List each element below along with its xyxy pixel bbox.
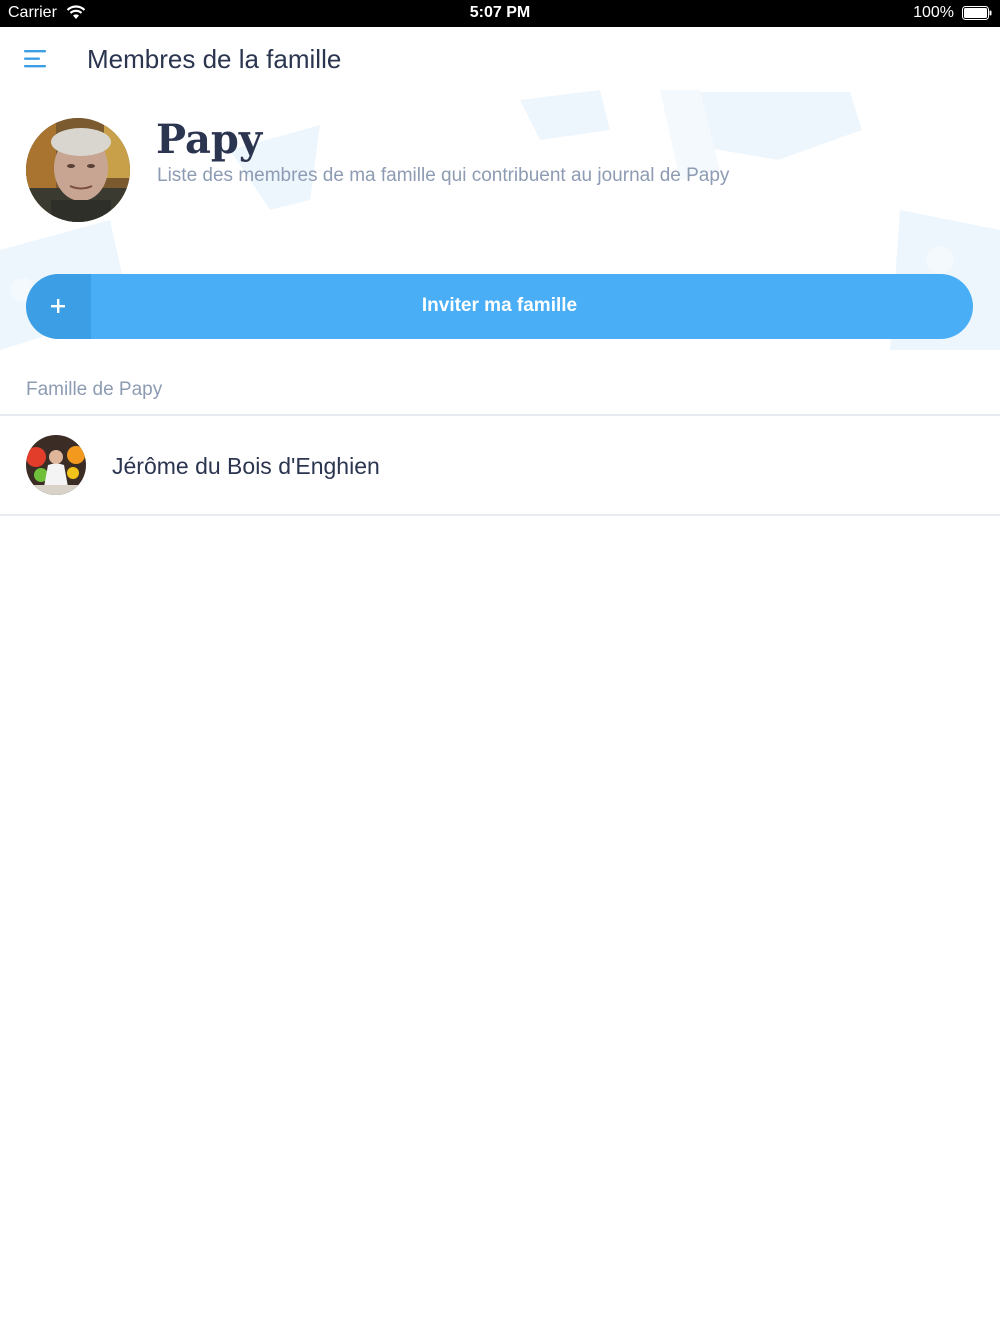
status-bar: Carrier 5:07 PM 100% xyxy=(0,0,1000,27)
invite-button-label: Inviter ma famille xyxy=(421,295,578,316)
status-time: 5:07 PM xyxy=(469,4,531,21)
invite-family-button[interactable]: Inviter ma famille xyxy=(26,274,973,339)
family-member-row[interactable]: Jérôme du Bois d'Enghien xyxy=(0,416,1000,514)
member-name: Jérôme du Bois d'Enghien xyxy=(112,453,380,479)
app-header: Membres de la famille xyxy=(0,27,1000,93)
hamburger-menu-icon[interactable] xyxy=(24,49,48,69)
profile-description: Liste des membres de ma famille qui cont… xyxy=(157,165,730,186)
battery-percentage: 100% xyxy=(913,4,954,21)
page-title: Membres de la famille xyxy=(87,44,342,74)
row-divider xyxy=(0,514,1000,516)
battery-icon xyxy=(962,6,992,20)
profile-name: Papy xyxy=(156,116,263,163)
family-section-title: Famille de Papy xyxy=(26,379,163,400)
member-avatar xyxy=(26,435,86,495)
profile-avatar xyxy=(26,118,130,222)
